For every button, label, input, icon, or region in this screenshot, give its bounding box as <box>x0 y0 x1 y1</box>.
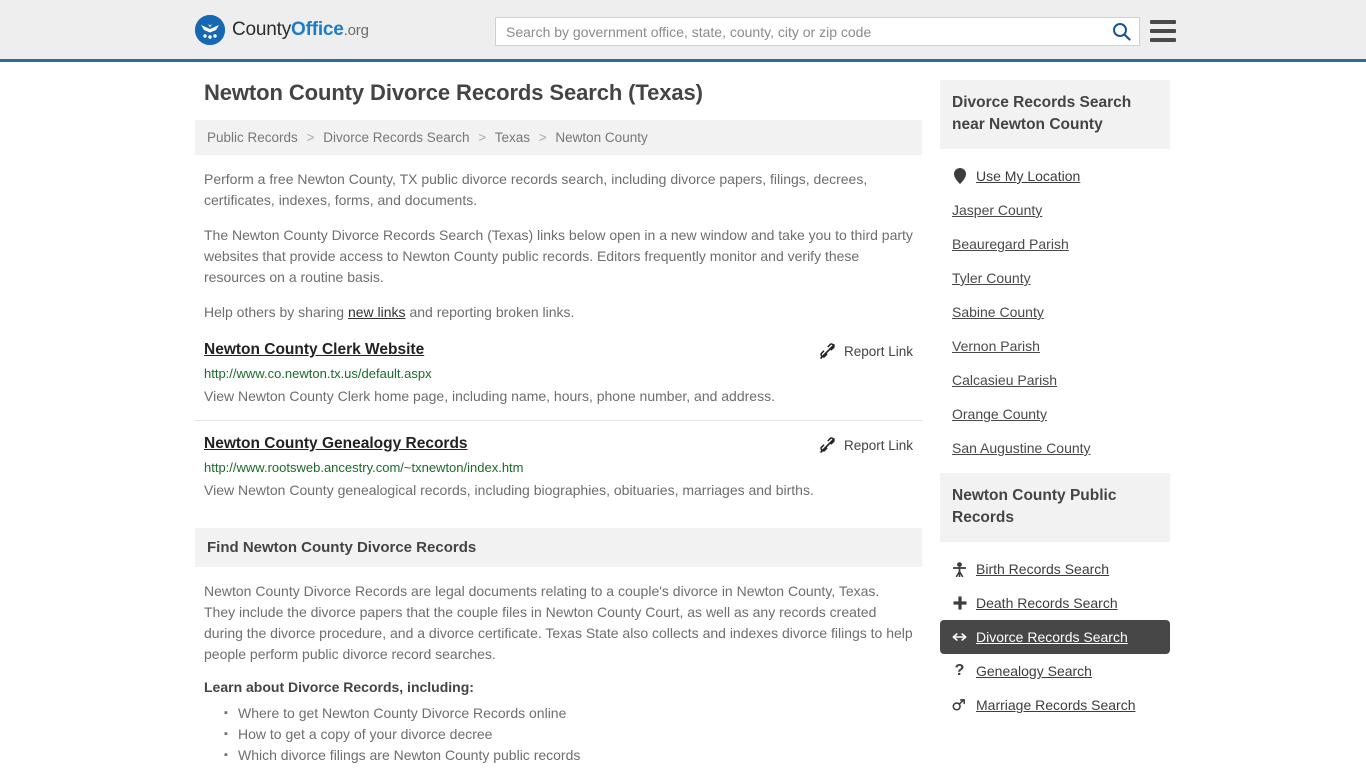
breadcrumb-item-divorce-records-search[interactable]: Divorce Records Search <box>323 130 469 145</box>
intro-paragraph-1: Perform a free Newton County, TX public … <box>204 171 868 208</box>
breadcrumb-item-newton-county[interactable]: Newton County <box>555 130 647 145</box>
breadcrumb-item-public-records[interactable]: Public Records <box>207 130 298 145</box>
resource-link-description: View Newton County Clerk home page, incl… <box>204 388 775 404</box>
main-content: Newton County Divorce Records Search (Te… <box>195 80 922 768</box>
breadcrumb-separator: > <box>306 130 315 145</box>
resource-link-title[interactable]: Newton County Clerk Website <box>204 341 424 359</box>
broken-link-icon <box>820 437 835 453</box>
resource-link-url[interactable]: http://www.co.newton.tx.us/default.aspx <box>204 366 913 381</box>
report-link-label: Report Link <box>843 344 913 359</box>
intro-p3-after: and reporting broken links. <box>405 304 575 320</box>
brand-word-county: County <box>232 18 292 40</box>
sidebar-item-label: Birth Records Search <box>976 561 1110 577</box>
sidebar-item-label: Genealogy Search <box>976 663 1092 679</box>
intro-p3-before: Help others by sharing <box>204 304 348 320</box>
sidebar-item-label: Divorce Records Search <box>976 629 1128 645</box>
sidebar-item-label: Jasper County <box>952 202 1043 218</box>
sidebar-item-divorce-records-search[interactable]: Divorce Records Search <box>940 620 1170 654</box>
sidebar-heading-public-records: Newton County Public Records <box>940 473 1170 542</box>
breadcrumb-separator: > <box>478 130 487 145</box>
hamburger-menu-icon[interactable] <box>1150 20 1176 42</box>
resource-link-description: View Newton County genealogical records,… <box>204 482 814 498</box>
eagle-seal-logo-icon <box>195 14 225 45</box>
intro-paragraph-2: The Newton County Divorce Records Search… <box>204 227 913 285</box>
sidebar-item-label: Death Records Search <box>976 595 1118 611</box>
broken-link-icon <box>820 343 835 359</box>
list-item: Newton County Genealogy Records Report L… <box>195 435 922 514</box>
breadcrumb-separator: > <box>538 130 547 145</box>
sidebar-item-label: Vernon Parish <box>952 338 1040 354</box>
new-links-link[interactable]: new links <box>348 304 406 320</box>
sidebar-item-label: Beauregard Parish <box>952 236 1069 252</box>
site-logo[interactable]: CountyOffice.org <box>195 14 369 45</box>
sidebar-nearby-list: Use My Location Jasper County Beauregard… <box>940 149 1170 465</box>
page-title: Newton County Divorce Records Search (Te… <box>204 80 703 105</box>
sidebar-item-label: Calcasieu Parish <box>952 372 1058 388</box>
intro-paragraph-3: Help others by sharing new links and rep… <box>195 302 922 323</box>
search-button[interactable] <box>1103 18 1139 45</box>
sidebar-item-birth-records-search[interactable]: Birth Records Search <box>940 552 1170 586</box>
sidebar-item-san-augustine-county[interactable]: San Augustine County <box>940 431 1170 465</box>
sidebar-item-orange-county[interactable]: Orange County <box>940 397 1170 431</box>
sidebar-item-use-my-location[interactable]: Use My Location <box>940 159 1170 193</box>
sidebar-item-death-records-search[interactable]: Death Records Search <box>940 586 1170 620</box>
sidebar-item-label: Tyler County <box>952 270 1031 286</box>
find-records-body: Newton County Divorce Records are legal … <box>195 567 922 768</box>
sidebar-item-marriage-records-search[interactable]: Marriage Records Search <box>940 688 1170 722</box>
sidebar-item-jasper-county[interactable]: Jasper County <box>940 193 1170 227</box>
intro-text: Perform a free Newton County, TX public … <box>195 169 922 323</box>
report-link-button[interactable]: Report Link <box>819 341 913 360</box>
find-records-paragraph: Newton County Divorce Records are legal … <box>204 583 913 662</box>
male-female-icon <box>952 698 967 712</box>
sidebar-item-tyler-county[interactable]: Tyler County <box>940 261 1170 295</box>
sidebar-item-label: Marriage Records Search <box>976 697 1136 713</box>
breadcrumb-item-texas[interactable]: Texas <box>495 130 530 145</box>
sidebar-item-calcasieu-parish[interactable]: Calcasieu Parish <box>940 363 1170 397</box>
hamburger-bar-3 <box>1150 38 1176 42</box>
site-header: CountyOffice.org <box>0 0 1366 62</box>
baby-icon <box>952 561 967 577</box>
learn-about-heading: Learn about Divorce Records, including: <box>204 679 474 695</box>
list-item: Newton County Clerk Website Report Link … <box>195 341 922 421</box>
hamburger-bar-2 <box>1150 29 1176 33</box>
sidebar-item-label: Sabine County <box>952 304 1044 320</box>
search-bar[interactable] <box>495 17 1140 46</box>
map-pin-icon <box>952 168 967 184</box>
page-body: Newton County Divorce Records Search (Te… <box>0 62 1366 768</box>
brand-word-org: .org <box>343 21 369 39</box>
sidebar-box-nearby: Divorce Records Search near Newton Count… <box>940 80 1170 465</box>
site-logo-text: CountyOffice.org <box>232 19 369 41</box>
breadcrumb: Public Records > Divorce Records Search … <box>195 120 922 155</box>
search-icon <box>1112 23 1131 41</box>
sidebar: Divorce Records Search near Newton Count… <box>940 80 1170 768</box>
report-link-label: Report Link <box>843 438 913 453</box>
learn-about-list: Where to get Newton County Divorce Recor… <box>204 703 913 768</box>
resource-link-url[interactable]: http://www.rootsweb.ancestry.com/~txnewt… <box>204 460 913 475</box>
list-item: Which divorce filings are Newton County … <box>224 745 913 766</box>
sidebar-item-vernon-parish[interactable]: Vernon Parish <box>940 329 1170 363</box>
resource-link-list: Newton County Clerk Website Report Link … <box>195 341 922 514</box>
sidebar-item-beauregard-parish[interactable]: Beauregard Parish <box>940 227 1170 261</box>
brand-word-office: Office <box>291 18 344 40</box>
sidebar-public-records-list: Birth Records Search Death Records Searc… <box>940 542 1170 722</box>
sidebar-heading-nearby: Divorce Records Search near Newton Count… <box>940 80 1170 149</box>
sidebar-box-public-records: Newton County Public Records Birth Recor… <box>940 473 1170 722</box>
report-link-button[interactable]: Report Link <box>819 435 913 454</box>
sidebar-item-label: Use My Location <box>976 168 1081 184</box>
sidebar-item-genealogy-search[interactable]: ? Genealogy Search <box>940 654 1170 688</box>
sidebar-item-label: San Augustine County <box>952 440 1091 456</box>
list-item: How to get a copy of your divorce decree <box>224 724 913 745</box>
search-input[interactable] <box>496 23 1103 40</box>
sidebar-item-sabine-county[interactable]: Sabine County <box>940 295 1170 329</box>
hamburger-bar-1 <box>1150 20 1176 24</box>
sidebar-item-label: Orange County <box>952 406 1047 422</box>
cross-icon <box>952 596 967 610</box>
resource-link-title[interactable]: Newton County Genealogy Records <box>204 435 468 453</box>
question-mark-icon: ? <box>954 662 965 679</box>
find-records-heading: Find Newton County Divorce Records <box>195 528 922 567</box>
list-item: Where to get Newton County Divorce Recor… <box>224 703 913 724</box>
double-arrow-icon <box>952 631 967 643</box>
